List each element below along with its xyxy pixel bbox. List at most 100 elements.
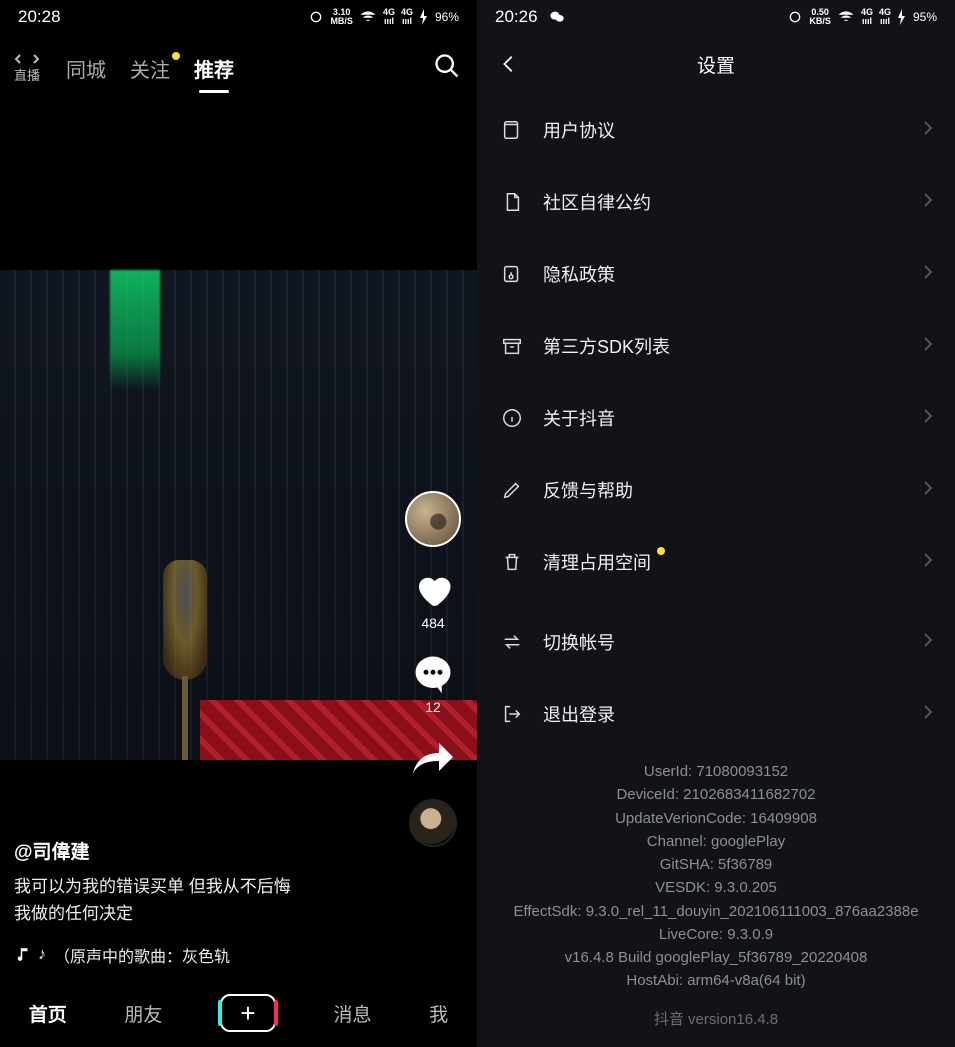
archive-icon xyxy=(499,333,525,359)
settings-row-swap[interactable]: 切换帐号 xyxy=(483,606,949,678)
settings-row-logout[interactable]: 退出登录 xyxy=(483,678,949,750)
signal-2: 4Gıııl xyxy=(879,8,891,26)
net-speed: 0.50KB/S xyxy=(809,8,831,26)
music-disc[interactable] xyxy=(409,799,457,847)
settings-screen: 20:26 0.50KB/S 4Gıııl 4Gıııl 95% 设置 用户协议… xyxy=(477,0,955,1047)
debug-info: UserId: 71080093152DeviceId: 21026834116… xyxy=(477,760,955,993)
tab-city[interactable]: 同城 xyxy=(54,48,118,89)
clock: 20:28 xyxy=(18,7,61,27)
doc-icon xyxy=(499,189,525,215)
dot-icon xyxy=(657,547,665,555)
version-footer: 抖音 version16.4.8 xyxy=(477,1008,955,1029)
debug-line: GitSHA: 5f36789 xyxy=(487,853,945,876)
chevron-left-icon xyxy=(498,53,520,75)
settings-row-lock[interactable]: 隐私政策 xyxy=(483,238,949,310)
charging-icon xyxy=(897,9,907,25)
settings-row-label: 社区自律公约 xyxy=(543,189,651,215)
settings-row-archive[interactable]: 第三方SDK列表 xyxy=(483,310,949,382)
battery-pct: 95% xyxy=(913,10,937,24)
comment-icon xyxy=(412,653,454,695)
tab-recommend[interactable]: 推荐 xyxy=(182,48,246,89)
trash-icon xyxy=(499,549,525,575)
net-speed: 3.10MB/S xyxy=(330,8,353,26)
settings-row-label: 反馈与帮助 xyxy=(543,477,633,503)
caption-text: 我可以为我的错误买单 但我从不后悔 我做的任何决定 xyxy=(14,874,387,927)
like-button[interactable]: 484 xyxy=(412,569,454,631)
chevron-right-icon xyxy=(923,480,933,501)
dot-icon xyxy=(172,52,180,60)
music-marquee[interactable]: ♪ （原声中的歌曲：灰色轨 xyxy=(14,943,230,967)
action-rail: 484 12 xyxy=(403,491,463,847)
comment-button[interactable]: 12 xyxy=(412,653,454,715)
like-count: 484 xyxy=(421,615,444,631)
settings-row-label: 第三方SDK列表 xyxy=(543,333,670,359)
battery-pct: 96% xyxy=(435,10,459,24)
author-name[interactable]: @司偉建 xyxy=(14,837,387,864)
wifi-icon xyxy=(837,10,855,24)
status-bar-left: 20:28 3.10MB/S 4Gıııl 4Gıııl 96% xyxy=(0,0,477,34)
alarm-icon xyxy=(787,9,803,25)
debug-line: Channel: googlePlay xyxy=(487,830,945,853)
chevron-right-icon xyxy=(923,120,933,141)
book-icon xyxy=(499,117,525,143)
share-icon xyxy=(409,737,457,777)
chevron-right-icon xyxy=(923,408,933,429)
music-note-icon xyxy=(14,946,32,964)
settings-row-label: 清理占用空间 xyxy=(543,549,651,575)
top-tabs: 直播 同城 关注 推荐 xyxy=(0,34,477,94)
tab-follow[interactable]: 关注 xyxy=(118,48,182,89)
comment-count: 12 xyxy=(425,699,441,715)
debug-line: UpdateVerionCode: 16409908 xyxy=(487,807,945,830)
author-avatar[interactable] xyxy=(405,491,461,547)
debug-line: HostAbi: arm64-v8a(64 bit) xyxy=(487,969,945,992)
nav-messages[interactable]: 消息 xyxy=(334,1000,372,1027)
settings-row-label: 用户协议 xyxy=(543,117,615,143)
back-button[interactable] xyxy=(487,34,531,94)
douyin-feed-screen: 20:28 3.10MB/S 4Gıııl 4Gıııl 96% 直播 同城 关… xyxy=(0,0,477,1047)
settings-row-trash[interactable]: 清理占用空间 xyxy=(483,526,949,598)
chevron-right-icon xyxy=(923,632,933,653)
share-button[interactable] xyxy=(409,737,457,777)
heart-icon xyxy=(412,569,454,611)
debug-line: DeviceId: 2102683411682702 xyxy=(487,783,945,806)
settings-row-label: 隐私政策 xyxy=(543,261,615,287)
settings-list: 用户协议社区自律公约隐私政策第三方SDK列表关于抖音反馈与帮助清理占用空间切换帐… xyxy=(477,94,955,750)
wechat-icon xyxy=(548,9,566,25)
chevron-right-icon xyxy=(923,336,933,357)
clock: 20:26 xyxy=(495,7,538,27)
swap-icon xyxy=(499,629,525,655)
settings-header: 设置 xyxy=(477,34,955,94)
debug-line: v16.4.8 Build googlePlay_5f36789_2022040… xyxy=(487,946,945,969)
settings-row-info[interactable]: 关于抖音 xyxy=(483,382,949,454)
search-icon xyxy=(433,52,461,80)
settings-row-label: 退出登录 xyxy=(543,701,615,727)
alarm-icon xyxy=(308,9,324,25)
video-caption: @司偉建 我可以为我的错误买单 但我从不后悔 我做的任何决定 xyxy=(14,837,387,927)
search-button[interactable] xyxy=(427,46,467,91)
settings-row-book[interactable]: 用户协议 xyxy=(483,94,949,166)
wifi-icon xyxy=(359,10,377,24)
debug-line: UserId: 71080093152 xyxy=(487,760,945,783)
status-bar-right: 20:26 0.50KB/S 4Gıııl 4Gıııl 95% xyxy=(477,0,955,34)
debug-line: VESDK: 9.3.0.205 xyxy=(487,876,945,899)
lock-icon xyxy=(499,261,525,287)
chevron-right-icon xyxy=(923,552,933,573)
settings-row-doc[interactable]: 社区自律公约 xyxy=(483,166,949,238)
nav-friends[interactable]: 朋友 xyxy=(124,1000,162,1027)
nav-me[interactable]: 我 xyxy=(429,1000,448,1027)
chevron-right-icon xyxy=(923,704,933,725)
settings-row-label: 切换帐号 xyxy=(543,629,615,655)
nav-home[interactable]: 首页 xyxy=(29,1000,67,1027)
debug-line: EffectSdk: 9.3.0_rel_11_douyin_202106111… xyxy=(487,900,945,923)
settings-row-edit[interactable]: 反馈与帮助 xyxy=(483,454,949,526)
signal-1: 4Gıııl xyxy=(383,8,395,26)
tab-live[interactable]: 直播 xyxy=(10,51,44,85)
chevron-right-icon xyxy=(923,264,933,285)
signal-1: 4Gıııl xyxy=(861,8,873,26)
charging-icon xyxy=(419,9,429,25)
nav-create[interactable]: + xyxy=(220,994,276,1032)
edit-icon xyxy=(499,477,525,503)
bottom-nav: 首页 朋友 + 消息 我 xyxy=(0,979,477,1047)
chevron-right-icon xyxy=(923,192,933,213)
logout-icon xyxy=(499,701,525,727)
